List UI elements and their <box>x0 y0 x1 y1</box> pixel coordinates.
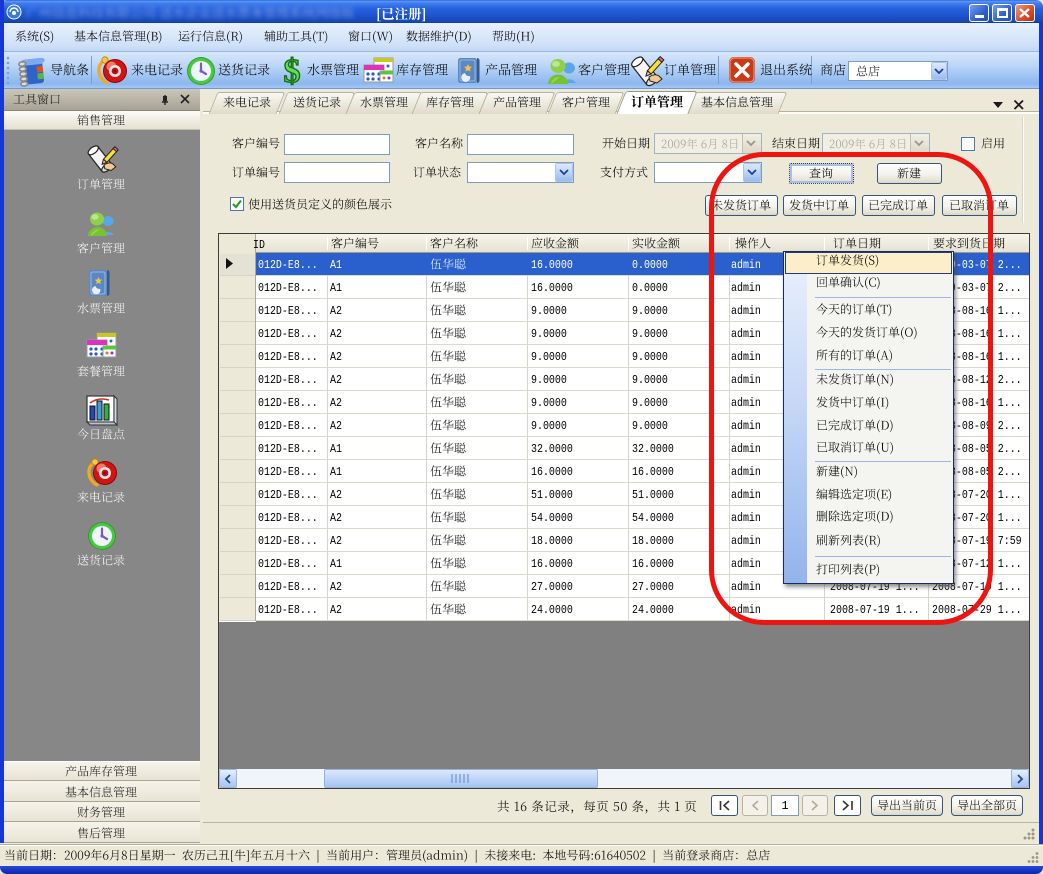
svg-text:$: $ <box>284 54 301 88</box>
